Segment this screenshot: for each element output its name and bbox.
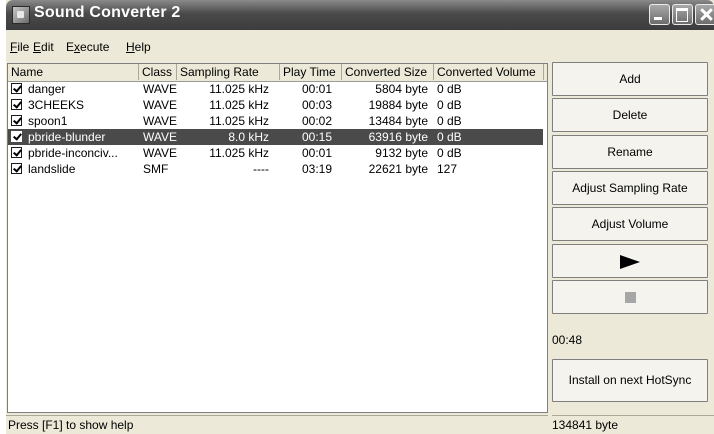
cell-name: spoon1 <box>28 114 68 128</box>
cell-class: WAVE <box>143 146 178 160</box>
cell-name: pbride-blunder <box>28 130 106 144</box>
cell-rate: ---- <box>253 162 269 176</box>
cell-size: 63916 byte <box>368 130 428 144</box>
cell-time: 00:01 <box>301 82 332 96</box>
cell-volume: 0 dB <box>437 146 462 160</box>
cell-time: 00:15 <box>301 130 332 144</box>
menu-execute[interactable]: Execute <box>66 40 109 54</box>
column-header-converted-size[interactable]: Converted Size <box>342 64 434 80</box>
status-total-size: 134841 byte <box>552 415 714 434</box>
cell-time: 00:02 <box>301 114 332 128</box>
column-header-converted-volume[interactable]: Converted Volume <box>434 64 544 80</box>
table-row[interactable]: pbride-inconciv... WAVE 11.025 kHz 00:01 913… <box>8 145 543 161</box>
menu-help[interactable]: Help <box>126 40 151 54</box>
cell-rate: 11.025 kHz <box>209 82 269 96</box>
install-hotsync-button[interactable]: Install on next HotSync <box>552 359 708 402</box>
cell-volume: 0 dB <box>437 82 462 96</box>
add-button[interactable]: Add <box>552 62 708 96</box>
cell-name: landslide <box>28 162 76 176</box>
table-row[interactable]: spoon1 WAVE 11.025 kHz 00:02 13484 byte 0 dB <box>8 113 543 129</box>
delete-button[interactable]: Delete <box>552 98 708 132</box>
cell-time: 00:01 <box>301 146 332 160</box>
cell-size: 19884 byte <box>368 98 428 112</box>
app-window: Sound Converter 2 File Edit Execute Help… <box>6 0 714 434</box>
cell-class: WAVE <box>143 98 178 112</box>
menu-file[interactable]: File <box>10 40 29 54</box>
cell-rate: 8.0 kHz <box>228 130 269 144</box>
cell-size: 22621 byte <box>368 162 428 176</box>
maximize-button[interactable] <box>672 4 693 25</box>
play-button[interactable] <box>552 244 708 278</box>
row-checkbox[interactable] <box>11 147 22 158</box>
row-checkbox[interactable] <box>11 131 22 142</box>
column-header-play-time[interactable]: Play Time <box>280 64 342 80</box>
total-play-time: 00:48 <box>552 333 583 347</box>
adjust-sampling-rate-button[interactable]: Adjust Sampling Rate <box>552 171 708 205</box>
cell-size: 13484 byte <box>368 114 428 128</box>
table-row[interactable]: 3CHEEKS WAVE 11.025 kHz 00:03 19884 byte 0 dB <box>8 97 543 113</box>
menu-edit[interactable]: Edit <box>33 40 54 54</box>
cell-volume: 127 <box>437 162 458 176</box>
cell-size: 5804 byte <box>375 82 428 96</box>
cell-rate: 11.025 kHz <box>209 114 269 128</box>
cell-class: WAVE <box>143 130 178 144</box>
row-checkbox[interactable] <box>11 83 22 94</box>
cell-name: 3CHEEKS <box>28 98 85 112</box>
row-checkbox[interactable] <box>11 115 22 126</box>
cell-volume: 0 dB <box>437 114 462 128</box>
app-icon[interactable] <box>12 6 30 24</box>
table-row[interactable]: pbride-blunder WAVE 8.0 kHz 00:15 63916 byte… <box>8 129 543 145</box>
minimize-button[interactable] <box>649 4 670 25</box>
sound-list[interactable]: Name Class Sampling Rate Play Time Conve… <box>7 63 548 413</box>
cell-name: danger <box>28 82 66 96</box>
menu-bar: File Edit Execute Help <box>6 38 546 56</box>
table-row[interactable]: landslide SMF ---- 03:19 22621 byte 127 <box>8 161 543 177</box>
cell-time: 00:03 <box>301 98 332 112</box>
cell-name: pbride-inconciv... <box>28 146 118 160</box>
close-button[interactable] <box>695 4 714 25</box>
cell-time: 03:19 <box>301 162 332 176</box>
stop-button[interactable] <box>552 280 708 314</box>
cell-rate: 11.025 kHz <box>209 146 269 160</box>
rename-button[interactable]: Rename <box>552 135 708 169</box>
cell-class: WAVE <box>143 114 178 128</box>
play-icon <box>620 254 640 269</box>
column-header-name[interactable]: Name <box>8 64 139 80</box>
cell-size: 9132 byte <box>375 146 428 160</box>
cell-volume: 0 dB <box>437 98 462 112</box>
stop-icon <box>624 292 636 304</box>
row-checkbox[interactable] <box>11 163 22 174</box>
adjust-volume-button[interactable]: Adjust Volume <box>552 207 708 241</box>
table-row[interactable]: danger WAVE 11.025 kHz 00:01 5804 byte 0 dB <box>8 81 543 97</box>
cell-class: WAVE <box>143 82 178 96</box>
title-bar[interactable]: Sound Converter 2 <box>6 0 714 30</box>
cell-volume: 0 dB <box>437 130 462 144</box>
cell-class: SMF <box>143 162 169 176</box>
status-help-text: Press [F1] to show help <box>6 415 548 434</box>
column-header-sampling-rate[interactable]: Sampling Rate <box>177 64 280 80</box>
list-header: Name Class Sampling Rate Play Time Conve… <box>8 64 547 82</box>
column-header-class[interactable]: Class <box>139 64 177 80</box>
cell-rate: 11.025 kHz <box>209 98 269 112</box>
row-checkbox[interactable] <box>11 99 22 110</box>
window-title: Sound Converter 2 <box>34 4 181 21</box>
